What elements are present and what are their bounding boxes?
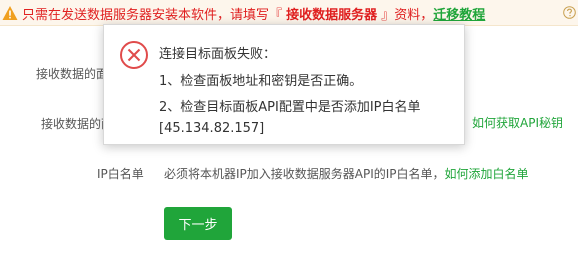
dialog-ip-address: [45.134.82.157] (159, 121, 265, 136)
warning-highlight: 接收数据服务器 (286, 8, 378, 23)
ip-whitelist-label: IP白名单 (97, 167, 144, 181)
add-whitelist-link[interactable]: 如何添加白名单 (445, 167, 529, 181)
warning-icon (2, 6, 18, 20)
warning-text: 只需在发送数据服务器安装本软件，请填写『 接收数据服务器 』资料，迁移教程 (22, 4, 485, 23)
next-step-button[interactable]: 下一步 (164, 207, 232, 240)
warning-banner: 只需在发送数据服务器安装本软件，请填写『 接收数据服务器 』资料，迁移教程 (0, 0, 578, 26)
warning-text-before: 只需在发送数据服务器安装本软件，请填写『 (22, 8, 287, 23)
error-dialog: 连接目标面板失败： 1、检查面板地址和密钥是否正确。 2、检查目标面板API配置… (103, 24, 465, 145)
dialog-title: 连接目标面板失败： (159, 47, 277, 62)
ip-whitelist-hint: 必须将本机器IP加入接收数据服务器API的IP白名单，如何添加白名单 (164, 165, 529, 182)
warning-text-after: 』资料， (377, 8, 434, 23)
ip-hint-text: 必须将本机器IP加入接收数据服务器API的IP白名单， (164, 167, 445, 181)
migration-tutorial-link[interactable]: 迁移教程 (433, 8, 485, 23)
help-icon[interactable] (563, 6, 576, 19)
form-label-panel-url: 接收数据的面 (36, 67, 109, 81)
dialog-line-2: 2、检查目标面板API配置中是否添加IP白名单 (159, 100, 421, 115)
dialog-line-1: 1、检查面板地址和密钥是否正确。 (159, 74, 363, 89)
error-circle-icon (120, 41, 148, 69)
get-api-key-link[interactable]: 如何获取API秘钥 (472, 114, 563, 131)
